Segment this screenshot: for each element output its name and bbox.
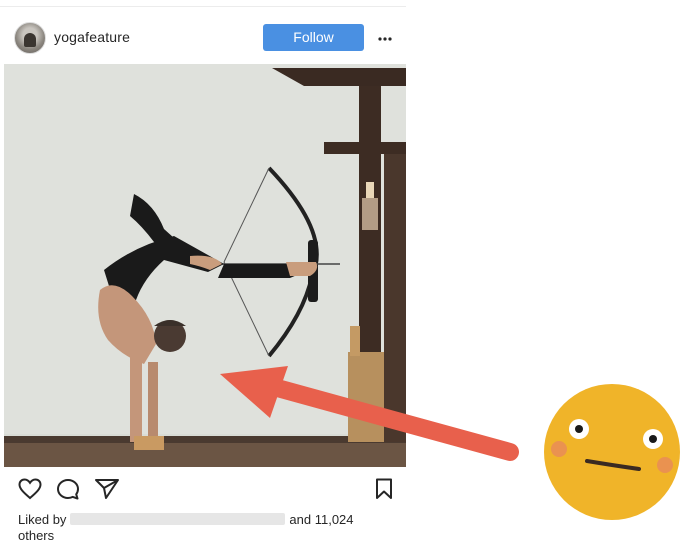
avatar[interactable]	[14, 22, 46, 54]
redacted-usernames	[70, 513, 286, 525]
likes-line: Liked by and 11,024	[18, 512, 378, 528]
top-divider	[0, 6, 406, 7]
more-icon[interactable]	[378, 37, 392, 41]
follow-button[interactable]: Follow	[263, 24, 364, 51]
post-header: yogafeature Follow	[0, 10, 406, 64]
confused-face-emoji	[544, 384, 680, 520]
bookmark-icon[interactable]	[374, 478, 394, 500]
paper-plane-icon[interactable]	[94, 478, 120, 500]
likes-prefix: Liked by	[18, 512, 67, 527]
likes-line-2: others	[18, 528, 55, 543]
red-arrow	[220, 366, 519, 461]
likes-count[interactable]: and 11,024	[289, 512, 353, 527]
comment-icon[interactable]	[56, 478, 80, 500]
username[interactable]: yogafeature	[54, 29, 130, 45]
heart-icon[interactable]	[18, 478, 42, 500]
